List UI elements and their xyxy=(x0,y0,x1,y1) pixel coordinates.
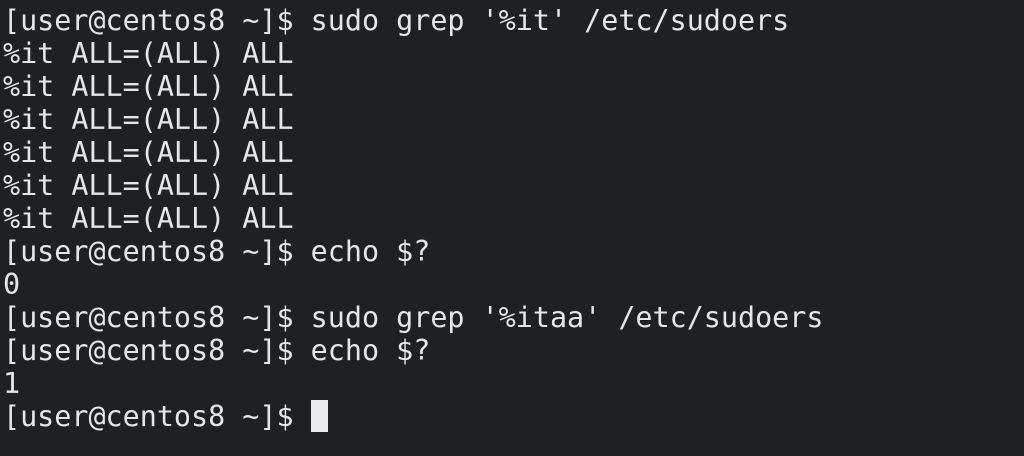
text-cursor xyxy=(310,400,328,432)
terminal-line: %it ALL=(ALL) ALL xyxy=(3,103,294,136)
terminal-line: %it ALL=(ALL) ALL xyxy=(3,136,294,169)
terminal-line: %it ALL=(ALL) ALL xyxy=(3,70,294,103)
terminal-line: %it ALL=(ALL) ALL xyxy=(3,37,294,70)
terminal-line: 1 xyxy=(3,367,21,400)
terminal-line: [user@centos8 ~]$ sudo grep '%itaa' /etc… xyxy=(3,301,824,334)
terminal-line: [user@centos8 ~]$ sudo grep '%it' /etc/s… xyxy=(3,4,790,37)
terminal-line: [user@centos8 ~]$ echo $? xyxy=(3,235,431,268)
terminal-line: [user@centos8 ~]$ echo $? xyxy=(3,334,431,367)
terminal-line: %it ALL=(ALL) ALL xyxy=(3,169,294,202)
shell-prompt: [user@centos8 ~]$ xyxy=(3,400,311,433)
terminal-input-line[interactable]: [user@centos8 ~]$ xyxy=(3,400,823,433)
terminal-output[interactable]: [user@centos8 ~]$ sudo grep '%it' /etc/s… xyxy=(3,4,823,433)
terminal-line: 0 xyxy=(3,268,21,301)
terminal-line: %it ALL=(ALL) ALL xyxy=(3,202,294,235)
